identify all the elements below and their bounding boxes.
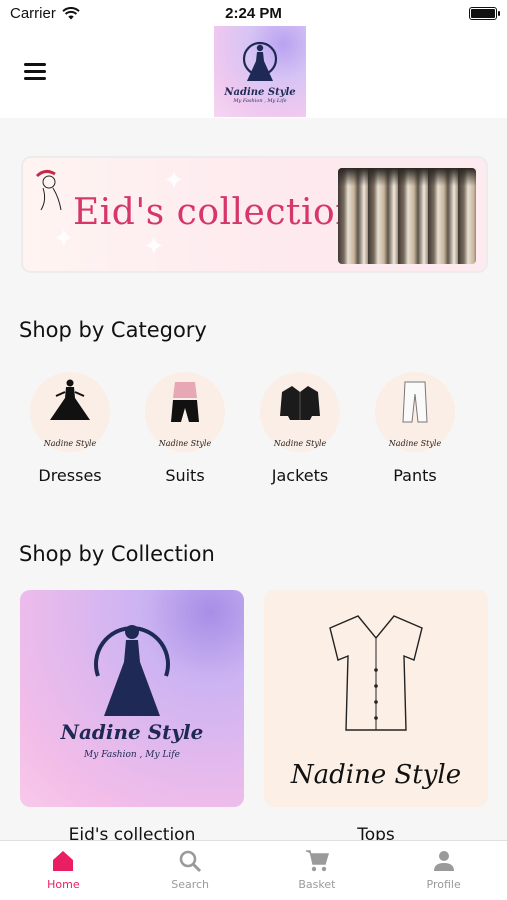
collection-image: Nadine Style My Fashion , My Life: [20, 590, 244, 807]
category-label: Dresses: [38, 466, 102, 485]
category-suits[interactable]: Nadine Style Suits: [130, 372, 240, 485]
app-header: Nadine Style My Fashion , My Life: [0, 26, 507, 118]
promo-banner[interactable]: ✦ ✦ ✦ Eid's collection: [21, 156, 488, 273]
category-image: Nadine Style: [375, 372, 455, 452]
category-label: Jackets: [271, 466, 329, 485]
category-image: Nadine Style: [260, 372, 340, 452]
sparkle-icon: ✦: [53, 224, 75, 254]
logo-brand-text: Nadine Style: [224, 87, 296, 98]
pants-icon: [402, 381, 428, 423]
tab-basket[interactable]: Basket: [254, 841, 381, 900]
tab-home[interactable]: Home: [0, 841, 127, 900]
tab-label: Profile: [426, 878, 461, 891]
hamburger-menu-button[interactable]: [24, 63, 46, 81]
category-signature: Nadine Style: [43, 439, 97, 448]
tab-label: Basket: [298, 878, 336, 891]
category-signature: Nadine Style: [388, 439, 442, 448]
clock: 2:24 PM: [225, 5, 282, 22]
collection-section-title: Shop by Collection: [19, 542, 215, 566]
dress-silhouette-icon: [242, 41, 278, 81]
collection-brand-text: Nadine Style: [290, 760, 462, 790]
category-jackets[interactable]: Nadine Style Jackets: [245, 372, 355, 485]
collection-card-eid[interactable]: Nadine Style My Fashion , My Life Eid's …: [20, 590, 244, 845]
tab-search[interactable]: Search: [127, 841, 254, 900]
category-dresses[interactable]: Nadine Style Dresses: [15, 372, 125, 485]
collection-image: Nadine Style: [264, 590, 488, 807]
suit-icon: [171, 382, 199, 422]
collection-card-tops[interactable]: Nadine Style Tops: [264, 590, 488, 845]
logo-tagline: My Fashion , My Life: [233, 98, 287, 104]
tab-label: Search: [171, 878, 210, 891]
category-image: Nadine Style: [30, 372, 110, 452]
dress-icon: [50, 379, 90, 420]
category-label: Pants: [393, 466, 437, 485]
tab-label: Home: [47, 878, 80, 891]
category-signature: Nadine Style: [273, 439, 327, 448]
brand-logo[interactable]: Nadine Style My Fashion , My Life: [214, 26, 306, 117]
category-label: Suits: [165, 466, 205, 485]
search-icon: [179, 850, 202, 873]
tab-profile[interactable]: Profile: [380, 841, 507, 900]
bottom-tab-bar: Home Search Basket Profile: [0, 840, 507, 900]
category-signature: Nadine Style: [158, 439, 212, 448]
clothing-rack-photo: [338, 168, 476, 264]
home-icon: [53, 851, 74, 871]
status-bar: Carrier 2:24 PM: [0, 0, 507, 26]
sparkle-icon: ✦: [143, 232, 165, 262]
profile-icon: [433, 851, 454, 871]
collection-tagline: My Fashion , My Life: [84, 750, 180, 760]
dress-silhouette-icon: [94, 625, 170, 716]
cart-icon: [305, 850, 329, 872]
jacket-icon: [280, 386, 320, 420]
category-image: Nadine Style: [145, 372, 225, 452]
blouse-icon: [329, 615, 423, 731]
banner-signature-logo: [31, 164, 75, 214]
banner-title: Eid's collection: [73, 192, 359, 233]
battery-icon: [469, 7, 500, 20]
category-pants[interactable]: Nadine Style Pants: [360, 372, 470, 485]
category-section-title: Shop by Category: [19, 318, 207, 342]
collection-brand-text: Nadine Style: [60, 720, 204, 744]
